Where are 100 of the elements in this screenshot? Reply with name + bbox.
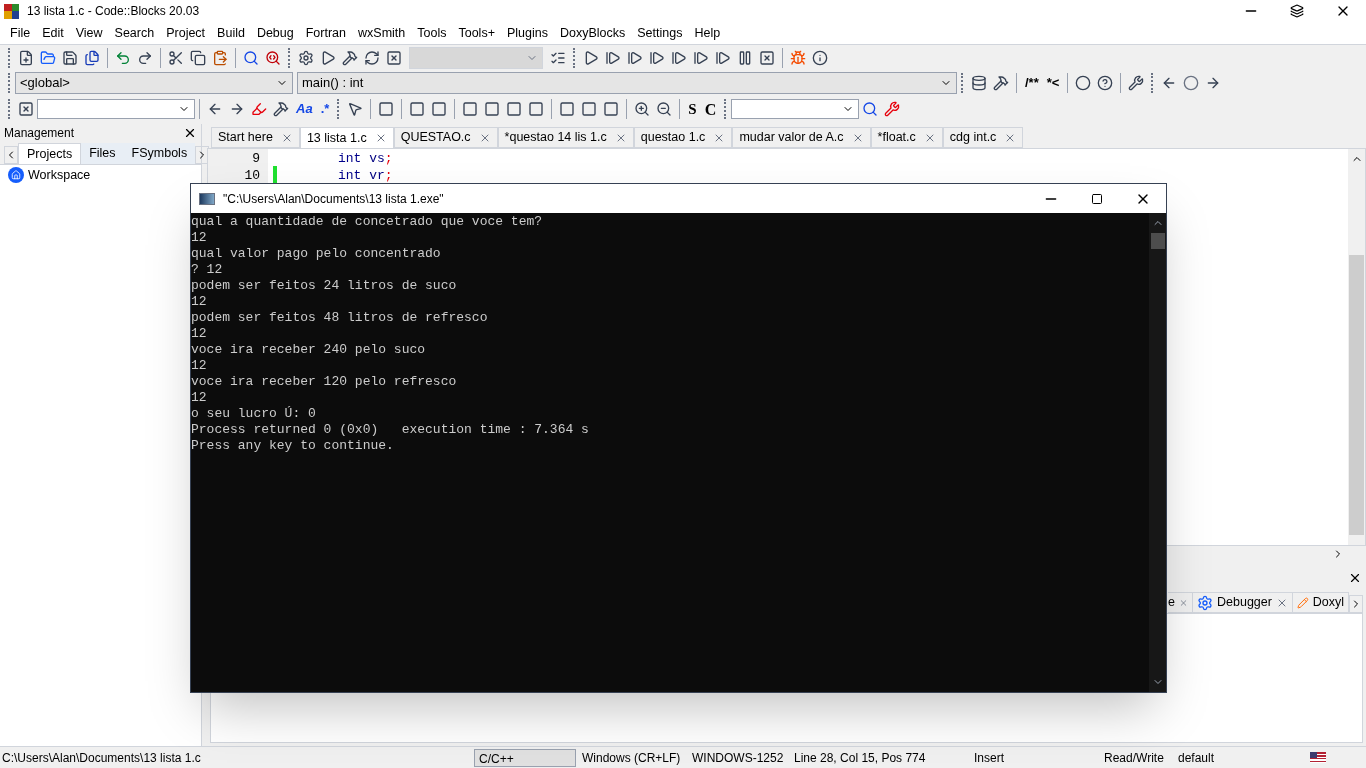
line-number: 10 [208, 166, 268, 183]
clear-icon[interactable] [18, 101, 34, 117]
app-logo-icon [4, 3, 19, 19]
console-line: qual valor pago pelo concentrado [191, 246, 441, 262]
stop-icon[interactable] [759, 49, 775, 66]
console-icon [199, 192, 215, 205]
pointer-icon[interactable] [347, 101, 364, 117]
database-icon[interactable] [971, 75, 987, 91]
highlighter-icon[interactable] [251, 101, 267, 117]
console-line: ? 12 [191, 262, 223, 278]
rebuild-icon[interactable] [364, 49, 380, 66]
status-mode: Insert [973, 749, 1005, 767]
copy-icon[interactable] [190, 49, 206, 66]
replace-icon[interactable] [265, 49, 281, 66]
cut-icon[interactable] [168, 49, 184, 66]
vertical-scrollbar[interactable] [1348, 149, 1365, 545]
editor-tab[interactable]: QUESTAO.c [393, 127, 498, 148]
find-icon[interactable] [862, 101, 879, 117]
log-tab[interactable]: e [1168, 592, 1193, 613]
strings-button[interactable]: S [684, 98, 701, 120]
symbol-select[interactable] [731, 99, 860, 119]
build-gear-icon[interactable] [298, 49, 314, 66]
code-line: int vs; [337, 150, 393, 166]
debug-run-icon[interactable] [583, 49, 599, 66]
panel-tab[interactable]: Projects [18, 143, 82, 164]
undo-icon[interactable] [115, 49, 131, 66]
doc-line-button[interactable]: *< [1042, 72, 1064, 94]
panel-tab[interactable]: Files [81, 143, 124, 164]
zoom-in-icon[interactable] [634, 101, 651, 117]
new-file-icon[interactable] [18, 49, 34, 66]
menu-item[interactable]: Settings [631, 23, 689, 43]
editor-tab[interactable]: *questao 14 lis 1.c [497, 127, 634, 148]
paste-icon[interactable] [212, 49, 228, 66]
save-icon[interactable] [62, 49, 78, 66]
wrench-icon[interactable] [1128, 75, 1145, 91]
console-scrollbar[interactable] [1149, 213, 1166, 692]
log-tab[interactable]: Debugger [1193, 592, 1293, 613]
maximize-icon[interactable] [1091, 192, 1103, 205]
editor-tab[interactable]: mudar valor de A.c [732, 127, 871, 148]
status-profile: default [1177, 749, 1216, 767]
editor-tab[interactable]: questao 1.c [633, 127, 733, 148]
menu-item[interactable]: Plugins [500, 23, 554, 43]
menu-item[interactable]: DoxyBlocks [553, 23, 632, 43]
match-case-button[interactable]: Aa [292, 98, 317, 120]
bug-icon[interactable] [790, 49, 806, 66]
flag-icon [1310, 752, 1326, 763]
save-all-icon[interactable] [84, 49, 100, 66]
circle-icon[interactable] [1075, 75, 1092, 91]
close-icon[interactable] [1348, 571, 1362, 585]
help-icon[interactable] [1097, 75, 1114, 91]
console-line: 12 [191, 326, 207, 342]
scroll-right-button[interactable] [1349, 595, 1363, 613]
abort-icon[interactable] [386, 49, 402, 66]
menu-item[interactable]: Help [688, 23, 727, 43]
console-line: podem ser feitos 24 litros de suco [191, 278, 457, 294]
console-line: 12 [191, 390, 207, 406]
search-field[interactable] [37, 99, 195, 119]
menu-item[interactable]: Edit [36, 23, 70, 43]
menu-item[interactable]: wxSmith [352, 23, 412, 43]
panel-tab[interactable]: FSymbols [123, 143, 196, 164]
code-line: int vr; [337, 167, 393, 183]
scrollbar-thumb[interactable] [1349, 255, 1364, 535]
function-select[interactable]: main() : int [297, 72, 957, 94]
status-access: Read/Write [1103, 749, 1165, 767]
zoom-out-icon[interactable] [656, 101, 673, 117]
editor-tab[interactable]: 13 lista 1.c [299, 127, 394, 148]
console-line: qual a quantidade de concetrado que voce tem? [191, 214, 543, 230]
tree-item[interactable]: Workspace [28, 165, 91, 185]
chars-button[interactable]: C [700, 98, 721, 120]
doc-block-button[interactable]: /** [1021, 72, 1043, 94]
console-line: voce ira receber 120 pelo refresco [191, 374, 457, 390]
menu-item[interactable]: Debug [250, 23, 300, 43]
pause-icon[interactable] [737, 49, 753, 66]
wrench-icon[interactable] [884, 101, 901, 117]
redo-icon[interactable] [137, 49, 153, 66]
window-title: 13 lista 1.c - Code::Blocks 20.03 [27, 3, 200, 20]
run-icon[interactable] [320, 49, 336, 66]
menu-item[interactable]: File [4, 23, 37, 43]
folder-icon[interactable] [40, 49, 56, 66]
console-line: Press any key to continue. [191, 438, 394, 454]
editor-tab[interactable]: *float.c [870, 127, 943, 148]
scope-select[interactable]: <global> [15, 72, 293, 94]
menu-item[interactable]: View [69, 23, 109, 43]
editor-tab[interactable]: cdg int.c [942, 127, 1024, 148]
menu-item[interactable]: Fortran [299, 23, 353, 43]
editor-tab[interactable]: Start here [211, 127, 300, 148]
menu-item[interactable]: Project [160, 23, 212, 43]
info-icon[interactable] [812, 49, 828, 66]
select-value: <global> [20, 74, 70, 93]
regex-button[interactable]: .* [316, 98, 334, 120]
search-icon[interactable] [243, 49, 259, 66]
status-encoding: WINDOWS-1252 [691, 749, 785, 767]
menu-item[interactable]: Tools [411, 23, 453, 43]
menu-item[interactable]: Search [108, 23, 161, 43]
scroll-left-button[interactable] [4, 146, 18, 164]
log-tab[interactable]: Doxyl [1293, 592, 1349, 613]
menu-item[interactable]: Tools+ [452, 23, 501, 43]
console-line: Process returned 0 (0x0) execution time : 7.364 s [191, 422, 589, 438]
scrollbar-thumb[interactable] [1150, 233, 1165, 249]
menu-item[interactable]: Build [211, 23, 251, 43]
